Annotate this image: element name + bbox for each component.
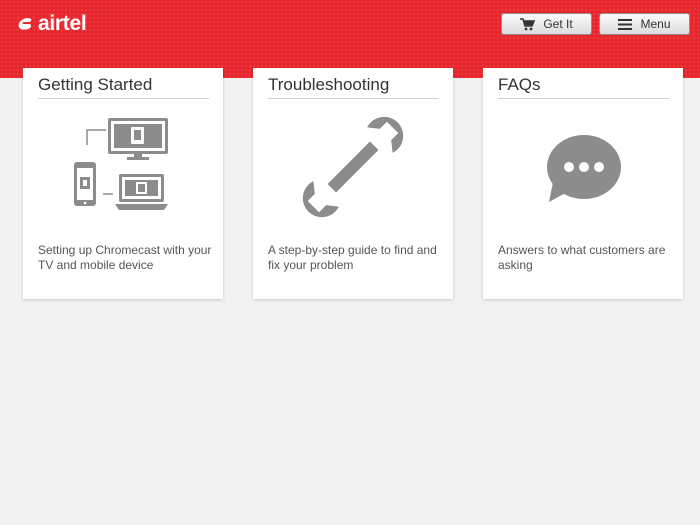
menu-button[interactable]: Menu xyxy=(599,13,690,35)
troubleshooting-card[interactable]: Troubleshooting A step-by-step guide to … xyxy=(253,68,453,299)
devices-icon xyxy=(74,118,168,210)
getting-started-card[interactable]: Getting Started Setting up Chromecast wi… xyxy=(23,68,223,299)
get-it-button[interactable]: Get It xyxy=(501,13,592,35)
card-description: Setting up Chromecast with your TV and m… xyxy=(38,243,212,272)
card-title: Getting Started xyxy=(38,68,209,99)
logo-text: airtel xyxy=(38,12,87,35)
get-it-label: Get It xyxy=(543,17,573,31)
card-title: FAQs xyxy=(498,68,669,99)
speech-bubble-icon xyxy=(547,135,621,202)
airtel-swirl-icon xyxy=(18,18,32,30)
card-description: A step-by-step guide to find and fix you… xyxy=(268,243,437,272)
hamburger-menu-icon xyxy=(618,18,633,30)
airtel-logo[interactable]: airtel xyxy=(16,12,87,36)
card-description: Answers to what customers are asking xyxy=(498,243,666,272)
header-bar: airtel Get It Menu xyxy=(0,0,700,78)
faqs-card[interactable]: FAQs Answers to what customers are askin… xyxy=(483,68,683,299)
menu-label: Menu xyxy=(640,17,671,31)
card-title: Troubleshooting xyxy=(268,68,439,99)
wrench-icon xyxy=(302,116,404,218)
shopping-cart-icon xyxy=(520,17,536,30)
